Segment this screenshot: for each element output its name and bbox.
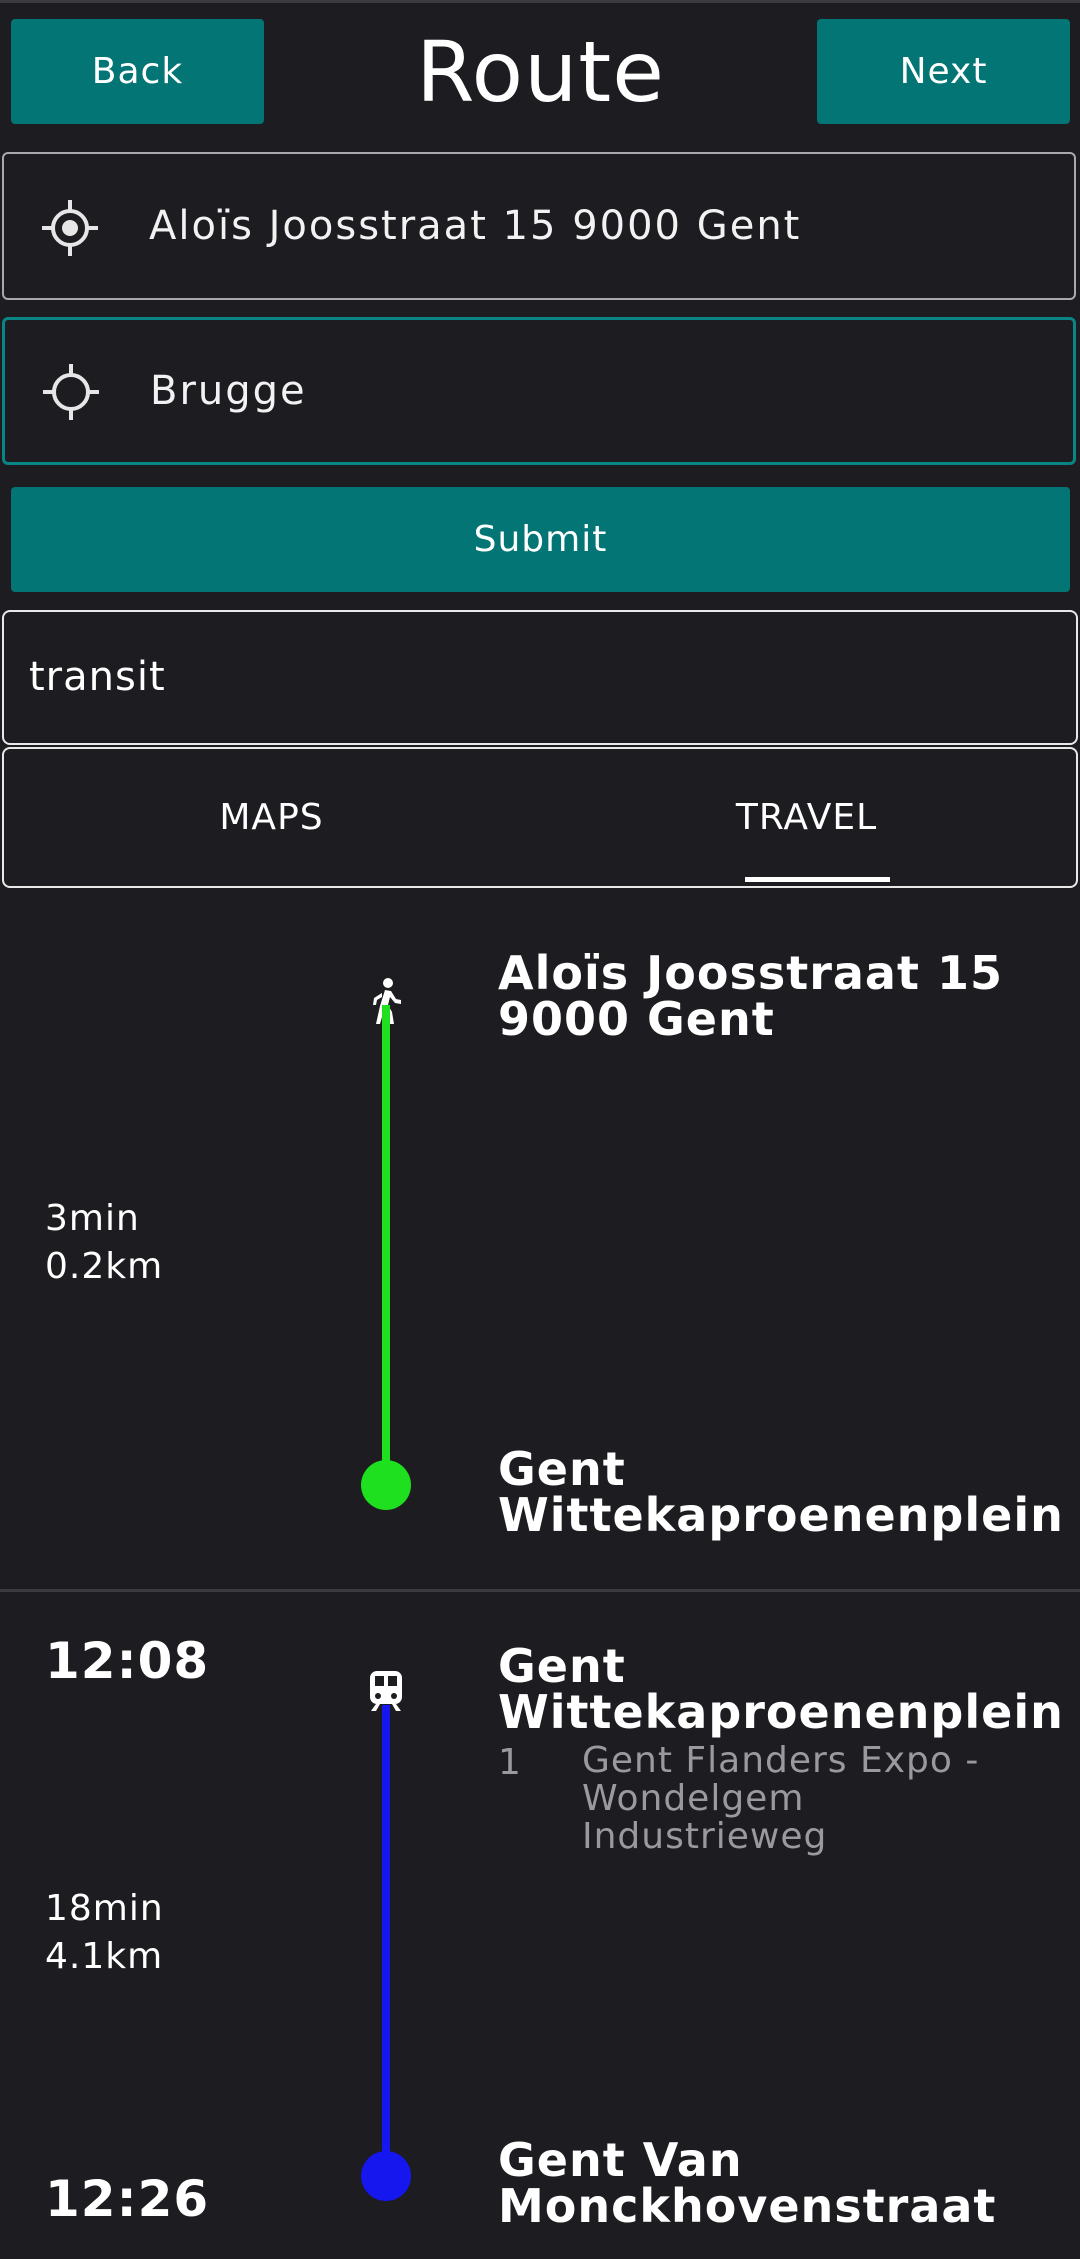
origin-field[interactable]: Aloïs Joosstraat 15 9000 Gent — [2, 152, 1076, 300]
segment-duration-distance: 3min 0.2km — [45, 1195, 163, 1291]
stop-name: Gent Wittekaproenenplein — [498, 1639, 1064, 1739]
travel-mode-select[interactable]: transit — [2, 610, 1078, 745]
next-button[interactable]: Next — [817, 19, 1070, 124]
segment-distance: 4.1km — [45, 1936, 164, 1977]
tab-maps[interactable]: MAPS — [4, 749, 539, 886]
submit-button[interactable]: Submit — [11, 487, 1070, 592]
location-target-icon — [43, 364, 99, 420]
stop-name: Gent Wittekaproenenplein — [498, 1442, 1064, 1542]
segment-duration-distance: 18min 4.1km — [45, 1885, 164, 1981]
departure-time: 12:08 — [45, 1632, 210, 1690]
line-destination: Gent Flanders Expo - Wondelgem Industrie… — [582, 1740, 980, 1857]
transit-end-marker — [361, 2151, 411, 2201]
arrival-time: 12:26 — [45, 2170, 210, 2228]
destination-field[interactable]: Brugge — [2, 317, 1076, 465]
stop-name: Aloïs Joosstraat 15 9000 Gent — [498, 946, 1003, 1046]
segment-duration: 18min — [45, 1888, 164, 1929]
transit-route-line — [382, 1705, 390, 2175]
tab-travel[interactable]: TRAVEL — [539, 749, 1074, 886]
status-divider — [0, 0, 1080, 3]
walk-route-line — [382, 1005, 390, 1485]
my-location-icon — [42, 200, 98, 256]
segment-duration: 3min — [45, 1198, 140, 1239]
tab-bar: MAPS TRAVEL — [2, 747, 1078, 888]
stop-name: Gent Van Monckhovenstraat — [498, 2133, 997, 2233]
destination-value[interactable]: Brugge — [150, 320, 307, 462]
travel-mode-value: transit — [29, 654, 166, 700]
tab-selected-indicator — [745, 877, 890, 882]
line-number: 1 — [498, 1742, 521, 1783]
origin-value[interactable]: Aloïs Joosstraat 15 9000 Gent — [149, 154, 801, 298]
walk-end-marker — [361, 1460, 411, 1510]
segment-divider — [0, 1589, 1080, 1592]
back-button[interactable]: Back — [11, 19, 264, 124]
segment-distance: 0.2km — [45, 1246, 164, 1287]
page-title: Route — [416, 23, 665, 121]
